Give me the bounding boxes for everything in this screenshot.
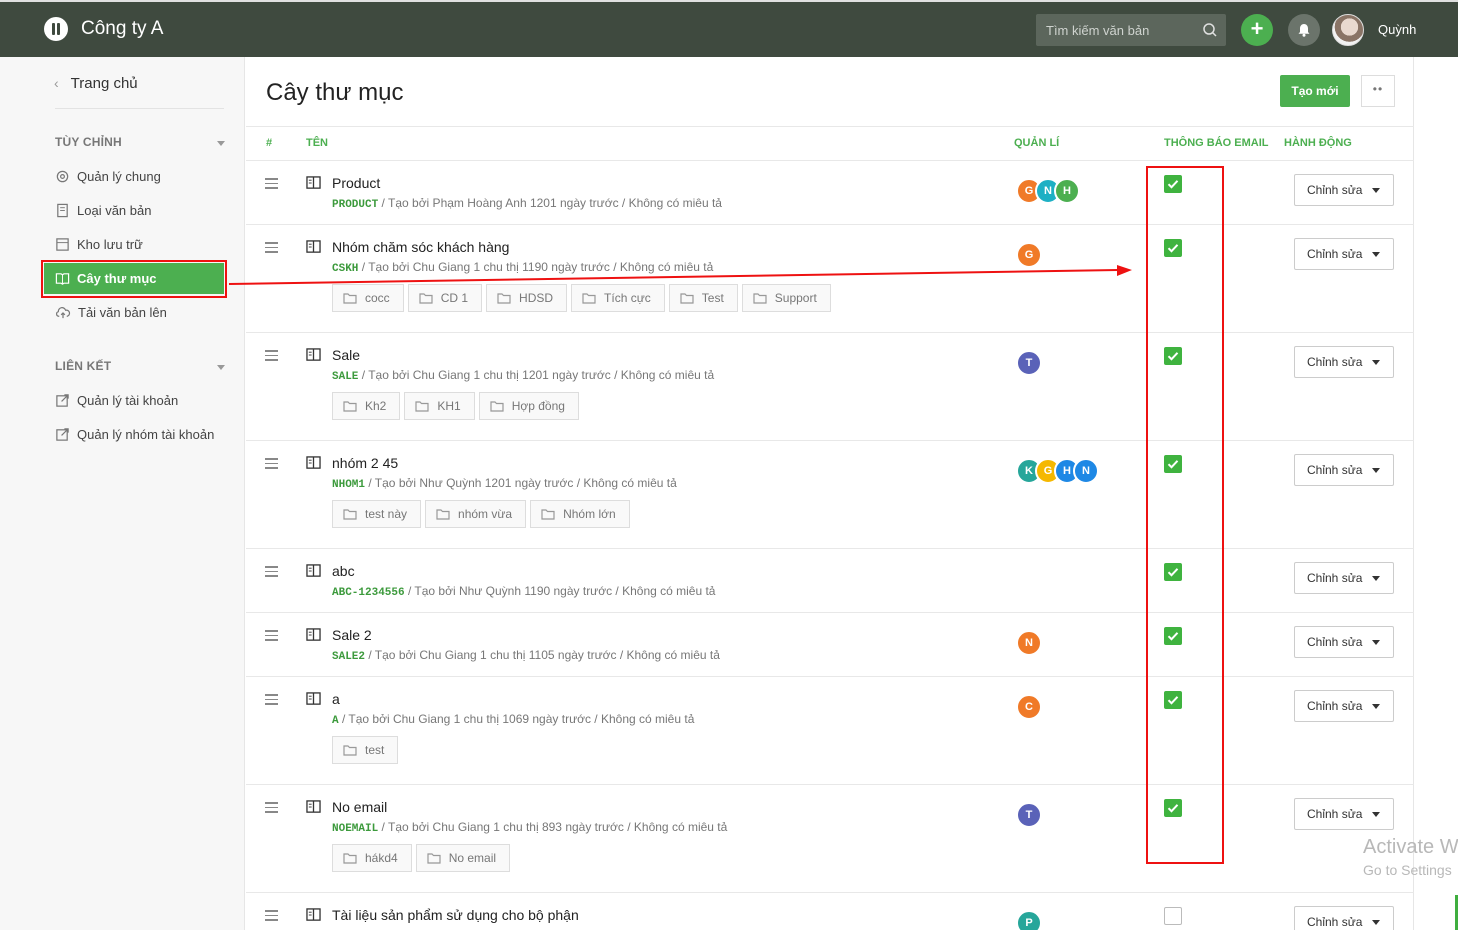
activation-watermark-title: Activate W — [1363, 836, 1458, 858]
annotation-arrow — [228, 265, 1132, 285]
activation-watermark-subtitle: Go to Settings — [1363, 862, 1452, 878]
